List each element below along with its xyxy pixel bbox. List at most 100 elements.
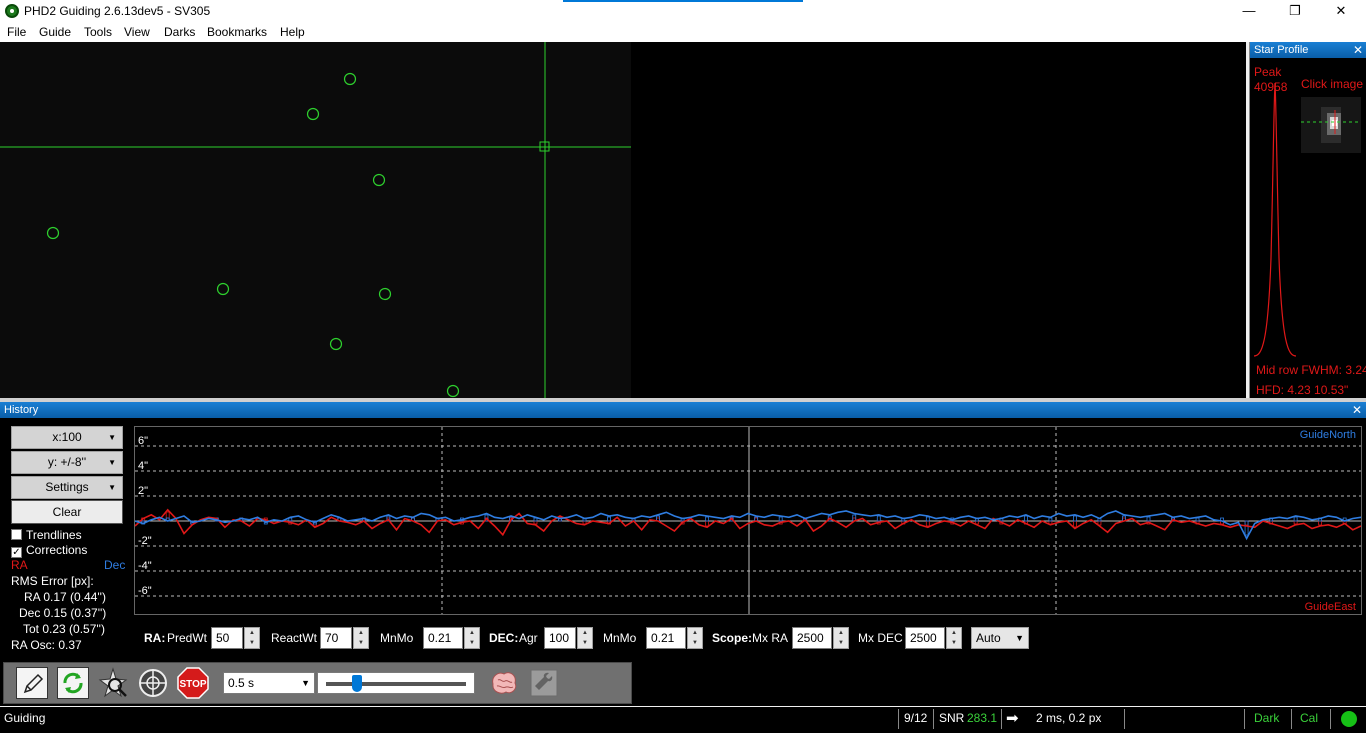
dec-guide-mode-select[interactable]: Auto ▼ (971, 627, 1029, 649)
guide-east-label: GuideEast (1304, 601, 1356, 613)
settings-dropdown[interactable]: Settings ▼ (11, 476, 123, 499)
exposure-duration-select[interactable]: 0.5 s ▼ (223, 672, 315, 694)
minimize-button[interactable]: — (1226, 0, 1272, 22)
guide-crosshair-icon[interactable] (137, 667, 169, 699)
pred-wt-input[interactable]: 50 (211, 627, 243, 649)
y-scale-label: y: +/-8'' (47, 455, 87, 469)
star-marker (343, 72, 357, 86)
x-scale-label: x:100 (52, 430, 82, 444)
menu-bookmarks[interactable]: Bookmarks (207, 25, 267, 39)
correction-bar (925, 516, 930, 522)
star-marker (329, 337, 343, 351)
main-toolbar: STOP 0.5 s ▼ (3, 662, 632, 704)
maximize-button[interactable]: ❐ (1272, 0, 1318, 22)
stop-label: STOP (179, 679, 206, 690)
auto-select-star-icon[interactable] (97, 667, 129, 699)
title-bar: PHD2 Guiding 2.6.13dev5 - SV305 — ❐ ✕ (0, 0, 1366, 22)
y-tick-label: -4" (138, 560, 152, 572)
star-marker (378, 287, 392, 301)
spinner-arrows-icon[interactable]: ▲ ▼ (464, 627, 480, 649)
star-profile-title: Star Profile (1254, 44, 1309, 56)
correction-bar (1073, 520, 1077, 528)
dec-legend: Dec (104, 558, 126, 572)
mx-dec-input[interactable]: 2500 (905, 627, 945, 649)
dec-params-label: DEC: (489, 631, 519, 645)
menu-file[interactable]: File (7, 25, 26, 39)
loop-exposure-icon[interactable] (57, 667, 89, 699)
spinner-arrows-icon[interactable]: ▲ ▼ (833, 627, 849, 649)
clear-button[interactable]: Clear (11, 500, 123, 524)
star-marker (446, 384, 460, 398)
correction-bar (1023, 515, 1028, 522)
correction-bar (1146, 516, 1151, 522)
menu-guide[interactable]: Guide (39, 25, 71, 39)
y-tick-label: -6" (138, 585, 152, 597)
spinner-arrows-icon[interactable]: ▲ ▼ (946, 627, 962, 649)
status-divider (1330, 709, 1331, 729)
correction-bar (607, 516, 611, 522)
corrections-checkbox[interactable]: ✓ (11, 547, 22, 558)
star-profile-pane: Star Profile ✕ Peak 40958 Click image Mi… (1249, 42, 1366, 398)
pred-wt-label: PredWt (167, 631, 208, 645)
phd2-app-icon (5, 4, 19, 18)
status-divider (1291, 709, 1292, 729)
status-divider (1001, 709, 1002, 729)
trendlines-checkbox[interactable] (11, 529, 22, 540)
stop-icon[interactable]: STOP (177, 667, 209, 699)
spinner-arrows-icon[interactable]: ▲ ▼ (353, 627, 369, 649)
react-wt-input[interactable]: 70 (320, 627, 352, 649)
spinner-arrows-icon[interactable]: ▲ ▼ (577, 627, 593, 649)
menu-help[interactable]: Help (280, 25, 305, 39)
chevron-down-icon: ▼ (108, 458, 116, 467)
react-wt-label: ReactWt (271, 631, 318, 645)
correction-bar (778, 516, 783, 522)
menu-view[interactable]: View (124, 25, 150, 39)
spinner-arrows-icon[interactable]: ▲ ▼ (687, 627, 703, 649)
click-image-hint: Click image (1301, 77, 1364, 91)
star-marker (306, 107, 320, 121)
chevron-down-icon: ▼ (108, 433, 116, 442)
wrench-tools-icon[interactable] (528, 667, 560, 699)
y-tick-label: 2" (138, 485, 148, 497)
trendlines-checkbox-row[interactable]: Trendlines (11, 528, 82, 542)
ra-mnmo-input[interactable]: 0.21 (423, 627, 463, 649)
rms-header: RMS Error [px]: (11, 574, 94, 588)
menu-tools[interactable]: Tools (84, 25, 112, 39)
y-scale-dropdown[interactable]: y: +/-8'' ▼ (11, 451, 123, 474)
close-window-button[interactable]: ✕ (1318, 0, 1364, 22)
star-marker (46, 226, 60, 240)
settings-label: Settings (45, 480, 89, 494)
brain-settings-icon[interactable] (488, 667, 520, 699)
star-profile-close-button[interactable]: ✕ (1353, 42, 1363, 58)
window-title: PHD2 Guiding 2.6.13dev5 - SV305 (24, 4, 211, 18)
gamma-slider-thumb[interactable] (352, 675, 362, 692)
guiding-state: Guiding (4, 711, 46, 725)
history-close-button[interactable]: ✕ (1352, 402, 1362, 418)
dec-guide-mode-value: Auto (976, 631, 1001, 645)
spinner-arrows-icon[interactable]: ▲ ▼ (244, 627, 260, 649)
menu-bar: File Guide Tools View Darks Bookmarks He… (0, 22, 1366, 42)
title-accent-bar (563, 0, 803, 2)
correction-bar (1073, 515, 1077, 522)
status-divider (1124, 709, 1125, 729)
gamma-slider[interactable] (317, 672, 475, 694)
history-graph[interactable]: 6" 4" 2" -2" -4" -6" GuideNorth GuideEast (134, 426, 1362, 615)
star-profile-header: Star Profile ✕ (1250, 42, 1366, 58)
rms-ra: RA 0.17 (0.44'') (24, 590, 106, 604)
menu-darks[interactable]: Darks (164, 25, 195, 39)
dec-mnmo-label: MnMo (603, 631, 637, 645)
y-tick-label: 6" (138, 435, 148, 447)
pencil-icon[interactable] (16, 667, 48, 699)
correction-bar (1318, 520, 1323, 526)
guide-north-label: GuideNorth (1299, 429, 1356, 441)
agr-input[interactable]: 100 (544, 627, 576, 649)
snr-label: SNR (939, 711, 965, 725)
x-scale-dropdown[interactable]: x:100 ▼ (11, 426, 123, 449)
y-tick-label: -2" (138, 535, 152, 547)
mx-ra-input[interactable]: 2500 (792, 627, 832, 649)
corrections-checkbox-row[interactable]: ✓ Corrections (11, 543, 87, 558)
dec-mnmo-input[interactable]: 0.21 (646, 627, 686, 649)
camera-image-view[interactable] (0, 42, 1246, 398)
hfd-readout: HFD: 4.23 10.53" (1256, 383, 1349, 397)
scope-params-label: Scope: (712, 631, 753, 645)
